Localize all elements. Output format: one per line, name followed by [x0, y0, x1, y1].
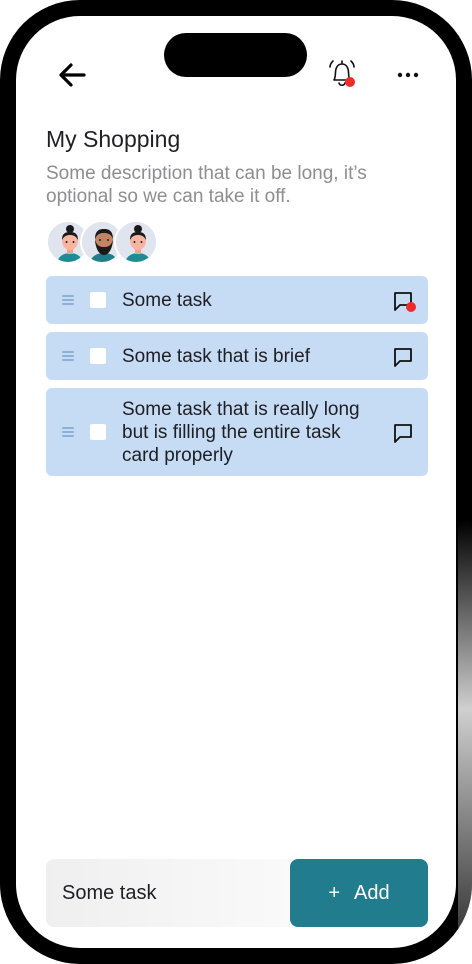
more-horizontal-icon — [397, 72, 419, 78]
task-checkbox[interactable] — [90, 424, 106, 440]
drag-handle-icon[interactable] — [62, 427, 74, 437]
task-item[interactable]: Some task that is really long but is fil… — [46, 388, 428, 476]
comment-button[interactable] — [392, 290, 416, 312]
frame-reflection — [458, 520, 472, 940]
new-task-input[interactable] — [46, 859, 296, 927]
phone-frame: My Shopping Some description that can be… — [0, 0, 472, 964]
bell-icon — [329, 60, 355, 87]
comment-button[interactable] — [392, 346, 414, 368]
woman-avatar-2 — [116, 222, 156, 262]
notification-dot — [345, 77, 355, 87]
drag-handle-icon[interactable] — [62, 351, 74, 361]
notifications-button[interactable] — [326, 58, 360, 92]
arrow-left-icon — [59, 63, 86, 87]
list-title: My Shopping — [46, 126, 181, 152]
task-item[interactable]: Some task that is brief — [46, 332, 428, 380]
drag-handle-icon[interactable] — [62, 295, 74, 305]
avatar[interactable] — [114, 220, 158, 264]
add-button-label: Add — [354, 881, 390, 904]
dynamic-island — [164, 33, 307, 77]
back-button[interactable] — [56, 60, 88, 90]
comment-button[interactable] — [392, 422, 414, 444]
plus-icon: + — [328, 881, 341, 904]
list-description: Some description that can be long, it’s … — [46, 163, 367, 207]
task-checkbox[interactable] — [90, 348, 106, 364]
task-item[interactable]: Some task — [46, 276, 428, 324]
task-checkbox[interactable] — [90, 292, 106, 308]
task-label: Some task that is really long but is fil… — [122, 399, 360, 466]
app-screen: My Shopping Some description that can be… — [16, 16, 456, 948]
comment-icon — [394, 424, 412, 443]
unread-comment-dot — [406, 302, 416, 312]
comment-icon — [394, 348, 412, 367]
more-options-button[interactable] — [396, 60, 420, 90]
task-label: Some task that is brief — [122, 346, 310, 367]
add-task-button[interactable]: + Add — [290, 859, 428, 927]
task-label: Some task — [122, 290, 212, 311]
